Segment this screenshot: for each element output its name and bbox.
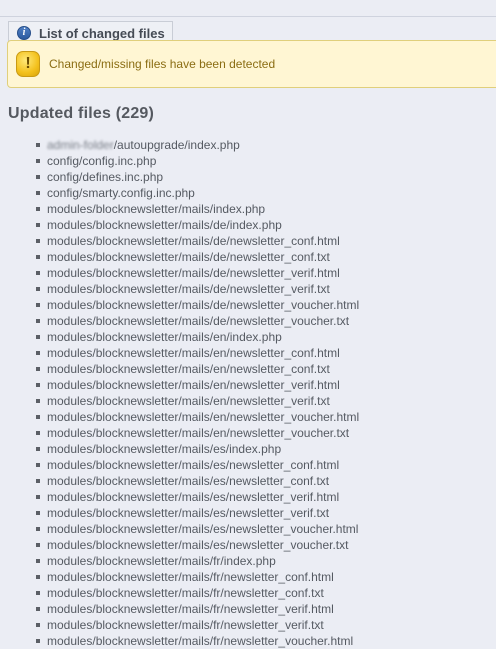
file-item: modules/blocknewsletter/mails/en/newslet… xyxy=(0,393,359,409)
file-item: config/config.inc.php xyxy=(0,153,359,169)
file-item: modules/blocknewsletter/mails/en/newslet… xyxy=(0,409,359,425)
file-item: modules/blocknewsletter/mails/fr/index.p… xyxy=(0,553,359,569)
file-item: modules/blocknewsletter/mails/en/index.p… xyxy=(0,329,359,345)
file-item: modules/blocknewsletter/mails/es/newslet… xyxy=(0,473,359,489)
panel-title: List of changed files xyxy=(39,25,165,41)
file-item: modules/blocknewsletter/mails/fr/newslet… xyxy=(0,617,359,633)
updated-files-heading: Updated files (229) xyxy=(8,105,155,122)
file-item: config/smarty.config.inc.php xyxy=(0,185,359,201)
file-item: modules/blocknewsletter/mails/de/newslet… xyxy=(0,233,359,249)
file-path-rest: /autoupgrade/index.php xyxy=(113,138,240,152)
file-item: modules/blocknewsletter/mails/index.php xyxy=(0,201,359,217)
file-item: modules/blocknewsletter/mails/en/newslet… xyxy=(0,425,359,441)
file-item: modules/blocknewsletter/mails/es/newslet… xyxy=(0,457,359,473)
updated-files-list: admin-folder/autoupgrade/index.php confi… xyxy=(0,137,359,649)
file-item: modules/blocknewsletter/mails/es/newslet… xyxy=(0,489,359,505)
file-item: modules/blocknewsletter/mails/es/newslet… xyxy=(0,521,359,537)
file-item: modules/blocknewsletter/mails/fr/newslet… xyxy=(0,633,359,649)
warning-message: Changed/missing files have been detected xyxy=(49,57,276,71)
file-item: admin-folder/autoupgrade/index.php xyxy=(0,137,359,153)
file-item: config/defines.inc.php xyxy=(0,169,359,185)
file-item: modules/blocknewsletter/mails/es/newslet… xyxy=(0,505,359,521)
file-item: modules/blocknewsletter/mails/de/index.p… xyxy=(0,217,359,233)
file-item: modules/blocknewsletter/mails/de/newslet… xyxy=(0,281,359,297)
info-icon: i xyxy=(17,26,31,40)
warning-banner: ! Changed/missing files have been detect… xyxy=(7,40,496,88)
file-item: modules/blocknewsletter/mails/es/index.p… xyxy=(0,441,359,457)
file-item: modules/blocknewsletter/mails/de/newslet… xyxy=(0,265,359,281)
warning-icon: ! xyxy=(16,51,40,77)
file-item: modules/blocknewsletter/mails/en/newslet… xyxy=(0,345,359,361)
file-item: modules/blocknewsletter/mails/es/newslet… xyxy=(0,537,359,553)
file-item: modules/blocknewsletter/mails/fr/newslet… xyxy=(0,585,359,601)
file-item: modules/blocknewsletter/mails/de/newslet… xyxy=(0,313,359,329)
file-item: modules/blocknewsletter/mails/de/newslet… xyxy=(0,249,359,265)
file-item: modules/blocknewsletter/mails/de/newslet… xyxy=(0,297,359,313)
file-item: modules/blocknewsletter/mails/fr/newslet… xyxy=(0,569,359,585)
file-item: modules/blocknewsletter/mails/en/newslet… xyxy=(0,377,359,393)
redacted-folder-name: admin-folder xyxy=(47,138,114,152)
file-item: modules/blocknewsletter/mails/en/newslet… xyxy=(0,361,359,377)
file-item: modules/blocknewsletter/mails/fr/newslet… xyxy=(0,601,359,617)
